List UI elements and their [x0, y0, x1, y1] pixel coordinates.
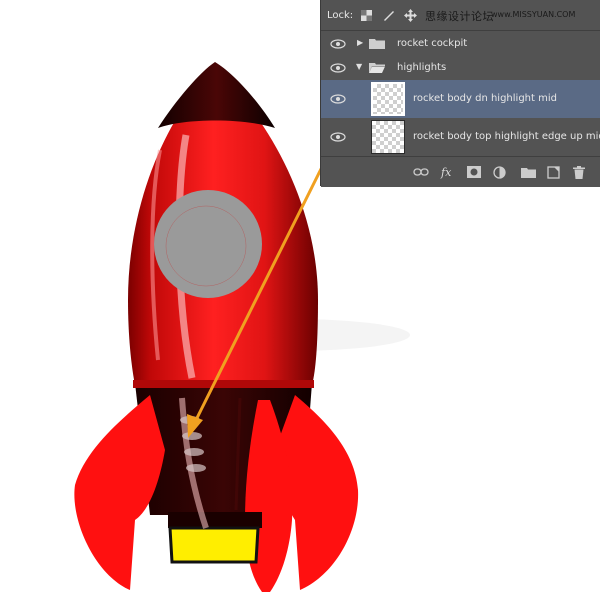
visibility-eye-icon[interactable] — [330, 131, 346, 143]
layer-row-rocket-body-top-highlight[interactable]: rocket body top highlight edge up mid — [321, 118, 600, 157]
layer-name: rocket cockpit — [397, 38, 468, 49]
layer-thumbnail[interactable] — [371, 120, 405, 154]
link-icon[interactable] — [413, 165, 429, 179]
rocket-tip — [158, 62, 275, 128]
mask-icon[interactable] — [467, 165, 481, 179]
visibility-eye-icon[interactable] — [330, 38, 346, 50]
trash-icon[interactable] — [573, 165, 585, 179]
layer-row-rocket-cockpit[interactable]: ▶ rocket cockpit — [321, 31, 600, 57]
lock-transparency-icon[interactable] — [359, 8, 373, 22]
expand-arrow-down-icon[interactable]: ▼ — [356, 62, 362, 71]
new-layer-icon[interactable] — [547, 165, 560, 179]
collapse-arrow-right-icon[interactable]: ▶ — [357, 38, 363, 47]
rocket-fin-left — [74, 395, 165, 590]
layer-name: rocket body dn highlight mid — [413, 93, 557, 104]
folder-icon — [369, 39, 385, 49]
lock-label: Lock: — [327, 10, 354, 21]
layer-thumbnail[interactable] — [371, 82, 405, 116]
watermark-url: www.MISSYUAN.COM — [491, 10, 576, 19]
lock-brush-icon[interactable] — [381, 8, 395, 22]
rocket-nozzle-rim — [168, 512, 262, 528]
visibility-eye-icon[interactable] — [330, 62, 346, 74]
lock-move-icon[interactable] — [403, 8, 417, 22]
rocket-nozzle — [168, 526, 260, 564]
new-group-folder-icon[interactable] — [521, 165, 536, 179]
layer-row-highlights[interactable]: ▼ highlights — [321, 56, 600, 81]
visibility-eye-icon[interactable] — [330, 93, 346, 105]
adjustment-icon[interactable] — [493, 165, 506, 179]
layers-panel: Lock: 思缘设计论坛 www.MISSYUAN.COM ▶ rocket c… — [320, 0, 600, 187]
layer-name: highlights — [397, 62, 447, 73]
fx-icon[interactable]: fx — [441, 165, 451, 179]
layer-name: rocket body top highlight edge up mid — [413, 131, 600, 142]
document-canvas[interactable]: Lock: 思缘设计论坛 www.MISSYUAN.COM ▶ rocket c… — [0, 0, 600, 600]
open-folder-icon — [369, 63, 385, 73]
layer-row-rocket-body-dn-highlight-mid[interactable]: rocket body dn highlight mid — [321, 80, 600, 119]
rocket-band-rim — [133, 380, 314, 388]
layers-panel-footer: fx — [321, 156, 600, 187]
lock-toolbar: Lock: 思缘设计论坛 www.MISSYUAN.COM — [321, 0, 600, 31]
watermark-text: 思缘设计论坛 — [425, 10, 494, 23]
